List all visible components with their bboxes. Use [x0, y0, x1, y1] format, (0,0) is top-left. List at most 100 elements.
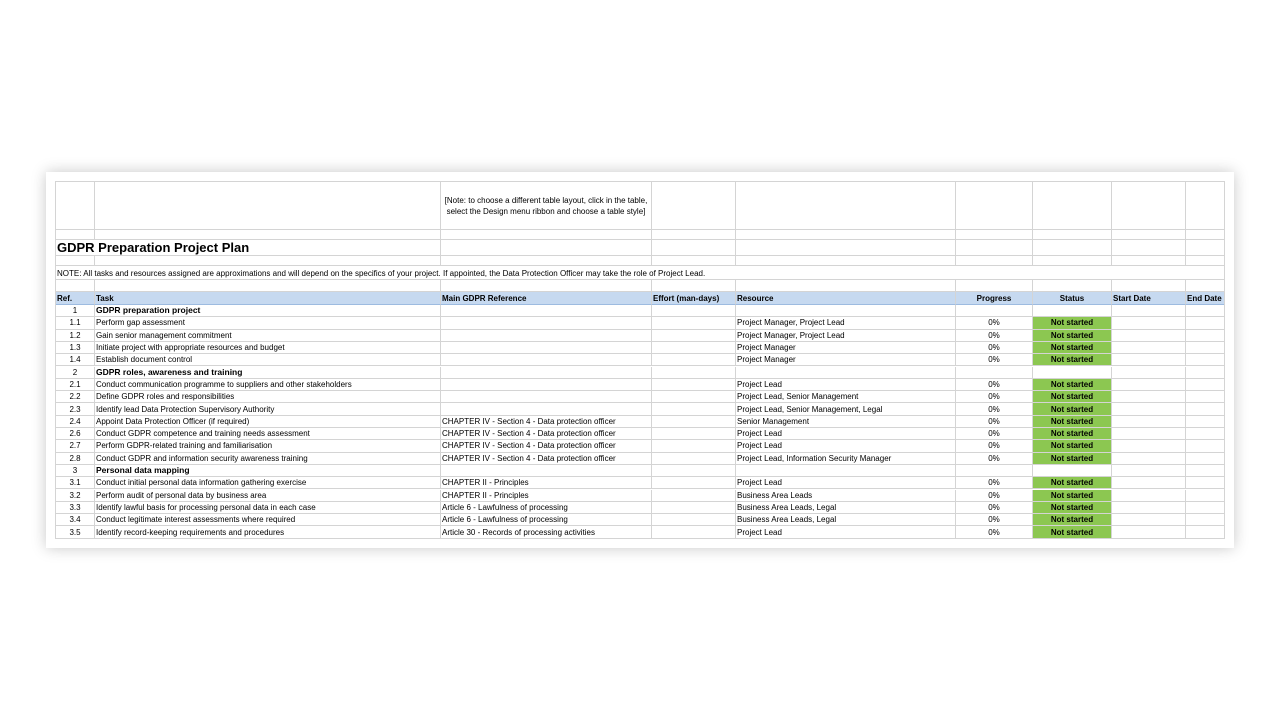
effort-cell[interactable] — [652, 452, 736, 465]
progress-cell[interactable]: 0% — [956, 452, 1033, 465]
cell[interactable] — [1186, 240, 1224, 256]
effort-cell[interactable] — [652, 378, 736, 392]
column-header-start-date[interactable]: Start Date — [1112, 292, 1186, 305]
ref-cell[interactable]: 3.3 — [56, 501, 95, 515]
start-date-cell[interactable] — [1112, 514, 1186, 527]
resource-cell[interactable]: Business Area Leads, Legal — [736, 501, 956, 515]
reference-cell[interactable] — [441, 341, 652, 355]
start-date-cell[interactable] — [1112, 440, 1186, 453]
effort-cell[interactable] — [652, 526, 736, 539]
resource-cell[interactable]: Project Manager — [736, 341, 956, 355]
resource-cell[interactable]: Project Manager — [736, 354, 956, 367]
resource-cell[interactable]: Project Lead, Senior Management — [736, 391, 956, 404]
resource-cell[interactable]: Project Manager, Project Lead — [736, 317, 956, 330]
effort-cell[interactable] — [652, 440, 736, 453]
task-cell[interactable]: Perform GDPR-related training and famili… — [95, 440, 441, 453]
effort-cell[interactable] — [652, 428, 736, 441]
cell[interactable] — [652, 240, 736, 256]
status-cell[interactable]: Not started — [1033, 354, 1112, 367]
column-header-progress[interactable]: Progress — [956, 292, 1033, 305]
progress-cell[interactable]: 0% — [956, 501, 1033, 515]
effort-cell[interactable] — [652, 354, 736, 367]
end-date-cell[interactable] — [1186, 514, 1224, 527]
status-cell[interactable]: Not started — [1033, 403, 1112, 416]
ref-cell[interactable]: 3.2 — [56, 489, 95, 502]
cell[interactable] — [1186, 182, 1224, 230]
end-date-cell[interactable] — [1186, 502, 1224, 515]
end-date-cell[interactable] — [1186, 403, 1224, 416]
end-date-cell[interactable] — [1186, 428, 1224, 441]
effort-cell[interactable] — [652, 415, 736, 428]
end-date-cell[interactable] — [1186, 354, 1224, 367]
cell[interactable] — [652, 182, 736, 230]
task-cell[interactable]: Appoint Data Protection Officer (if requ… — [95, 415, 441, 428]
end-date-cell[interactable] — [1186, 317, 1224, 330]
cell[interactable] — [441, 280, 652, 292]
start-date-cell[interactable] — [1112, 428, 1186, 441]
resource-cell[interactable]: Senior Management — [736, 415, 956, 428]
column-header-task[interactable]: Task — [95, 292, 441, 305]
cell[interactable] — [56, 280, 95, 292]
end-date-cell[interactable] — [1186, 440, 1224, 453]
cell[interactable] — [1186, 230, 1224, 240]
cell[interactable] — [1033, 182, 1112, 230]
cell[interactable] — [736, 280, 956, 292]
ref-cell[interactable]: 2.2 — [56, 391, 95, 404]
reference-cell[interactable]: CHAPTER IV - Section 4 - Data protection… — [441, 415, 652, 428]
end-date-cell[interactable] — [1186, 330, 1224, 342]
reference-cell[interactable]: Article 6 - Lawfulness of processing — [441, 501, 652, 515]
status-cell[interactable]: Not started — [1033, 501, 1112, 515]
resource-cell[interactable]: Project Lead — [736, 477, 956, 490]
cell[interactable] — [95, 230, 441, 240]
ref-cell[interactable]: 3.4 — [56, 514, 95, 527]
column-header-resource[interactable]: Resource — [736, 292, 956, 305]
resource-cell[interactable]: Project Lead — [736, 428, 956, 441]
cell[interactable] — [441, 240, 652, 256]
cell[interactable] — [1112, 240, 1186, 256]
task-cell[interactable]: Establish document control — [95, 354, 441, 367]
cell[interactable] — [956, 256, 1033, 266]
progress-cell[interactable]: 0% — [956, 403, 1033, 416]
column-header-status[interactable]: Status — [1033, 292, 1112, 305]
cell[interactable] — [56, 182, 95, 230]
start-date-cell[interactable] — [1112, 341, 1186, 355]
ref-cell[interactable]: 2.8 — [56, 452, 95, 465]
resource-cell[interactable]: Project Lead — [736, 440, 956, 453]
reference-cell[interactable] — [441, 366, 652, 379]
column-header-effort[interactable]: Effort (man-days) — [652, 292, 736, 305]
progress-cell[interactable]: 0% — [956, 440, 1033, 453]
reference-cell[interactable] — [441, 354, 652, 367]
task-cell[interactable]: Perform audit of personal data by busine… — [95, 489, 441, 502]
cell[interactable] — [1112, 182, 1186, 230]
ref-cell[interactable]: 1.4 — [56, 354, 95, 367]
status-cell[interactable]: Not started — [1033, 526, 1112, 539]
reference-cell[interactable]: Article 6 - Lawfulness of processing — [441, 514, 652, 527]
reference-cell[interactable]: CHAPTER IV - Section 4 - Data protection… — [441, 428, 652, 441]
cell[interactable] — [956, 240, 1033, 256]
reference-cell[interactable]: CHAPTER II - Principles — [441, 477, 652, 490]
progress-cell[interactable]: 0% — [956, 341, 1033, 355]
status-cell[interactable] — [1033, 464, 1112, 478]
progress-cell[interactable]: 0% — [956, 317, 1033, 330]
cell[interactable] — [956, 230, 1033, 240]
cell[interactable] — [1033, 240, 1112, 256]
resource-cell[interactable] — [736, 366, 956, 379]
resource-cell[interactable] — [736, 305, 956, 318]
start-date-cell[interactable] — [1112, 477, 1186, 490]
resource-cell[interactable]: Project Manager, Project Lead — [736, 329, 956, 342]
start-date-cell[interactable] — [1112, 329, 1186, 342]
ref-cell[interactable]: 2.7 — [56, 440, 95, 453]
cell[interactable] — [736, 256, 956, 266]
end-date-cell[interactable] — [1186, 391, 1224, 404]
progress-cell[interactable]: 0% — [956, 428, 1033, 441]
end-date-cell[interactable] — [1186, 416, 1224, 428]
status-cell[interactable]: Not started — [1033, 428, 1112, 441]
ref-cell[interactable]: 1.1 — [56, 317, 95, 330]
effort-cell[interactable] — [652, 477, 736, 490]
start-date-cell[interactable] — [1112, 391, 1186, 404]
end-date-cell[interactable] — [1186, 465, 1224, 478]
progress-cell[interactable] — [956, 464, 1033, 478]
effort-cell[interactable] — [652, 366, 736, 379]
effort-cell[interactable] — [652, 489, 736, 502]
reference-cell[interactable]: CHAPTER IV - Section 4 - Data protection… — [441, 452, 652, 465]
